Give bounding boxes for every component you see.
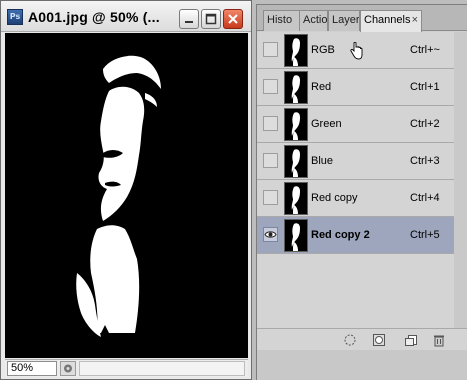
document-status-bar: 50% [5,359,248,377]
channel-thumbnail [284,182,308,215]
hand-cursor-icon [349,41,363,60]
maximize-button[interactable] [201,9,221,29]
close-button[interactable] [223,9,243,29]
minimize-button[interactable] [179,9,199,29]
panel-footer [257,328,467,350]
status-info-icon[interactable] [60,361,76,376]
channel-thumbnail [284,108,308,141]
channel-shortcut: Ctrl+3 [410,155,440,167]
eye-icon [264,231,277,238]
tab-history[interactable]: Histo [263,10,300,31]
tab-actions[interactable]: Actio [299,10,328,31]
horizontal-scrollbar[interactable] [79,361,245,376]
tab-close-icon[interactable]: × [412,11,418,30]
save-selection-icon[interactable] [372,333,386,347]
visibility-toggle[interactable] [263,116,278,131]
new-channel-icon[interactable] [404,333,418,347]
channel-shortcut: Ctrl+4 [410,192,440,204]
channel-shortcut: Ctrl+5 [410,229,440,241]
channel-row[interactable]: Red copy Ctrl+4 [257,180,467,217]
close-icon [228,14,238,24]
channel-name: RGB [311,44,335,56]
tab-channels-label: Channels [364,14,411,26]
channel-thumbnail [284,145,308,178]
channel-row[interactable]: Red Ctrl+1 [257,69,467,106]
visibility-toggle[interactable] [263,153,278,168]
channel-shortcut: Ctrl+~ [410,44,440,56]
visibility-toggle[interactable] [263,79,278,94]
tab-channels[interactable]: Channels × [360,10,422,32]
channels-panel: Histo Actio Layer Channels × RGB Ctrl+~ Re… [256,4,467,380]
channel-name: Red copy [311,192,358,204]
visibility-toggle[interactable] [263,42,278,57]
channel-thumbnail [284,34,308,67]
channel-shortcut: Ctrl+2 [410,118,440,130]
channel-row[interactable]: Blue Ctrl+3 [257,143,467,180]
delete-channel-icon[interactable] [432,333,446,347]
photoshop-icon: Ps [7,9,23,25]
panel-bottom-area [257,350,467,380]
channel-row[interactable]: Red copy 2 Ctrl+5 [257,217,467,254]
channel-thumbnail [284,71,308,104]
visibility-toggle[interactable] [263,190,278,205]
panel-scrollbar[interactable] [454,32,467,328]
channel-name: Red copy 2 [311,229,370,241]
load-selection-icon[interactable] [343,333,357,347]
visibility-toggle[interactable] [263,227,278,242]
channel-thumbnail [284,219,308,252]
channel-row[interactable]: Green Ctrl+2 [257,106,467,143]
portrait-image [5,33,248,358]
document-title-bar[interactable]: Ps A001.jpg @ 50% (... [1,1,251,32]
zoom-field[interactable]: 50% [7,361,57,376]
channel-name: Red [311,81,332,93]
image-canvas[interactable] [5,33,248,358]
tab-layers[interactable]: Layer [328,10,360,31]
channel-list: RGB Ctrl+~ Red Ctrl+1 Green Ctrl+2 Blue Ctrl+3 R… [257,32,467,328]
channel-name: Green [311,118,342,130]
channel-row[interactable]: RGB Ctrl+~ [257,32,467,69]
minimize-icon [185,21,193,23]
document-window: Ps A001.jpg @ 50% (... 50% [0,0,252,380]
document-title: A001.jpg @ 50% (... [28,9,160,25]
channel-shortcut: Ctrl+1 [410,81,440,93]
panel-tab-row: Histo Actio Layer Channels × [257,5,467,32]
maximize-icon [205,13,217,25]
channel-name: Blue [311,155,334,167]
